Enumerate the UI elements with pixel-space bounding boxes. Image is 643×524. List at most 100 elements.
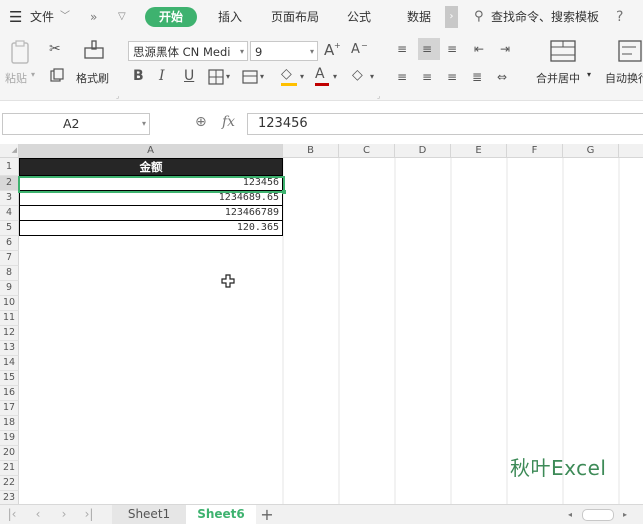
justify-icon[interactable]: ≣ — [472, 69, 482, 85]
row-header-13[interactable]: 13 — [0, 341, 19, 356]
border-icon[interactable] — [208, 69, 224, 85]
row-header-22[interactable]: 22 — [0, 476, 19, 491]
scroll-left-icon[interactable]: ◂ — [565, 505, 575, 524]
cut-icon[interactable]: ✂ — [49, 41, 61, 57]
ribbon-scroll-right-icon[interactable]: › — [445, 6, 458, 28]
chevron-down-icon[interactable]: ▾ — [300, 69, 304, 85]
cell-style-icon[interactable] — [242, 69, 258, 85]
scroll-right-icon[interactable]: ▸ — [620, 505, 630, 524]
align-right-icon[interactable]: ≡ — [447, 69, 457, 85]
hamburger-menu-icon[interactable]: ☰ — [9, 0, 22, 34]
command-search-input[interactable]: 查找命令、搜索模板 — [491, 0, 599, 34]
cell-a3[interactable]: 1234689.65 — [19, 191, 283, 206]
distributed-icon[interactable]: ⇔ — [497, 69, 507, 85]
eraser-icon[interactable]: ◇ — [352, 67, 363, 83]
search-icon[interactable]: ⚲ — [474, 0, 484, 34]
chevron-down-icon[interactable]: ▾ — [587, 70, 591, 79]
increase-indent-icon[interactable]: ⇥ — [500, 41, 510, 57]
align-center-icon[interactable]: ≡ — [422, 69, 432, 85]
wrap-text-icon[interactable] — [618, 40, 643, 62]
cell-cursor-icon — [221, 274, 235, 288]
merge-center-label[interactable]: 合并居中 — [536, 70, 580, 86]
row-header-9[interactable]: 9 — [0, 281, 19, 296]
row-header-11[interactable]: 11 — [0, 311, 19, 326]
fill-handle[interactable] — [282, 190, 286, 194]
sheet-tab-sheet1[interactable]: Sheet1 — [112, 505, 186, 524]
font-name-dropdown[interactable]: 思源黑体 CN Medi ▾ — [128, 41, 248, 61]
next-sheet-icon[interactable]: › — [58, 505, 70, 524]
row-header-17[interactable]: 17 — [0, 401, 19, 416]
row-header-7[interactable]: 7 — [0, 251, 19, 266]
row-header-12[interactable]: 12 — [0, 326, 19, 341]
last-sheet-icon[interactable]: ›| — [82, 505, 96, 524]
fx-icon[interactable]: fx — [222, 114, 235, 130]
sheet-tab-sheet6[interactable]: Sheet6 — [186, 505, 256, 524]
font-size-dropdown[interactable]: 9 ▾ — [250, 41, 318, 61]
row-header-2[interactable]: 2 — [0, 176, 19, 191]
row-header-21[interactable]: 21 — [0, 461, 19, 476]
merge-center-icon[interactable] — [550, 40, 576, 62]
align-bottom-icon[interactable]: ≡ — [447, 41, 457, 57]
clipboard-launcher-icon[interactable]: ⌟ — [116, 92, 119, 100]
bold-button[interactable]: B — [133, 68, 144, 84]
align-middle-icon[interactable]: ≡ — [422, 41, 432, 57]
chevron-down-icon[interactable]: ▾ — [370, 69, 374, 85]
row-header-1[interactable]: 1 — [0, 158, 19, 176]
format-painter-label[interactable]: 格式刷 — [76, 70, 109, 86]
font-color-icon[interactable]: A — [315, 66, 325, 82]
paste-label[interactable]: 粘贴 — [5, 70, 27, 86]
fill-color-icon[interactable]: ◇ — [281, 66, 292, 82]
paste-icon[interactable] — [9, 40, 33, 66]
add-sheet-button[interactable]: + — [259, 505, 275, 524]
row-header-14[interactable]: 14 — [0, 356, 19, 371]
help-icon[interactable]: ? — [616, 0, 623, 34]
first-sheet-icon[interactable]: |‹ — [6, 505, 18, 524]
row-header-3[interactable]: 3 — [0, 191, 19, 206]
row-header-23[interactable]: 23 — [0, 491, 19, 504]
formula-input[interactable]: 123456 — [247, 113, 643, 135]
quick-access-dropdown-icon[interactable]: ▽ — [118, 0, 126, 34]
chevron-down-icon[interactable]: ▾ — [260, 69, 264, 85]
chevron-down-icon[interactable]: ﹀ — [60, 0, 70, 34]
chevron-down-icon[interactable]: ▾ — [333, 69, 337, 85]
decrease-indent-icon[interactable]: ⇤ — [474, 41, 484, 57]
row-header-10[interactable]: 10 — [0, 296, 19, 311]
font-launcher-icon[interactable]: ⌟ — [377, 92, 380, 100]
row-header-6[interactable]: 6 — [0, 236, 19, 251]
row-header-4[interactable]: 4 — [0, 206, 19, 221]
tab-formula[interactable]: 公式 — [347, 0, 371, 34]
grow-font-icon[interactable]: A — [324, 42, 334, 58]
underline-button[interactable]: U — [184, 68, 194, 84]
row-header-18[interactable]: 18 — [0, 416, 19, 431]
wrap-text-label[interactable]: 自动换行 — [605, 70, 643, 86]
horizontal-scrollbar-thumb[interactable] — [582, 509, 614, 521]
tab-data[interactable]: 数据 — [407, 0, 431, 34]
file-menu[interactable]: 文件 — [30, 0, 54, 34]
tab-page-layout[interactable]: 页面布局 — [271, 0, 319, 34]
row-header-19[interactable]: 19 — [0, 431, 19, 446]
row-header-15[interactable]: 15 — [0, 371, 19, 386]
copy-icon[interactable] — [50, 68, 64, 82]
row-header-20[interactable]: 20 — [0, 446, 19, 461]
row-header-8[interactable]: 8 — [0, 266, 19, 281]
minus-superscript-icon: − — [361, 41, 368, 50]
align-left-icon[interactable]: ≡ — [397, 69, 407, 85]
cell-a5[interactable]: 120.365 — [19, 221, 283, 236]
zoom-search-icon[interactable]: ⊕ — [195, 114, 207, 130]
format-painter-icon[interactable] — [83, 40, 105, 64]
chevron-down-icon[interactable]: ▾ — [226, 69, 230, 85]
name-box[interactable]: A2 ▾ — [2, 113, 150, 135]
paste-dropdown-icon[interactable]: ▾ — [31, 70, 35, 79]
shrink-font-icon[interactable]: A — [351, 42, 360, 58]
chevron-down-icon: ▾ — [141, 119, 146, 128]
prev-sheet-icon[interactable]: ‹ — [32, 505, 44, 524]
tab-start[interactable]: 开始 — [145, 7, 197, 27]
tab-insert[interactable]: 插入 — [218, 0, 242, 34]
align-top-icon[interactable]: ≡ — [397, 41, 407, 57]
italic-button[interactable]: I — [159, 68, 165, 84]
cell-a4[interactable]: 123466789 — [19, 206, 283, 221]
row-header-5[interactable]: 5 — [0, 221, 19, 236]
double-chevron-icon[interactable]: » — [90, 0, 97, 34]
row-header-16[interactable]: 16 — [0, 386, 19, 401]
cell-a1-header[interactable]: 金额 — [19, 158, 283, 176]
